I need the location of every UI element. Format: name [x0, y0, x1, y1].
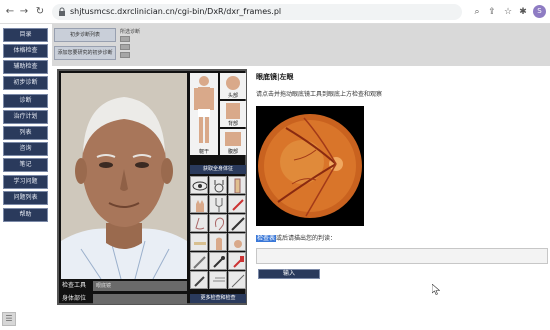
question-highlight: 检查表	[256, 235, 277, 242]
nav-item-initial-diagnosis[interactable]: 初步诊断	[3, 76, 48, 90]
lock-icon	[59, 7, 65, 16]
get-vitals-button[interactable]: 获取全身体征	[190, 165, 246, 174]
view-label-head: 头部	[227, 93, 238, 99]
exam-panel: 检查工具 眼底镜 身体部位 躯干 头部 背部 腹部 获取全身体征 更多检查和检查	[57, 69, 247, 305]
view-label-back: 背部	[227, 121, 238, 127]
body-part-field	[93, 294, 187, 304]
share-icon[interactable]: ⇪	[486, 6, 498, 18]
tiny-checkbox[interactable]	[120, 36, 130, 42]
zoom-icon[interactable]: ⌕	[471, 6, 483, 18]
fundus-image	[256, 106, 364, 226]
nav-item-diagnosis[interactable]: 诊断	[3, 94, 48, 108]
reflex-hammer-icon[interactable]	[228, 252, 246, 270]
light-icon[interactable]	[190, 271, 208, 289]
ear-icon[interactable]	[209, 214, 227, 232]
tuning-fork-icon[interactable]	[209, 195, 227, 213]
tool-grid	[190, 176, 246, 292]
left-nav: 目录 体格检查 辅助检查 初步诊断 诊断 治疗计划 列表 咨询 笔记 学习问题 …	[0, 24, 52, 330]
question-text: 检查表或后请描出您的判读：	[256, 233, 336, 242]
penlight-icon[interactable]	[228, 214, 246, 232]
body-figure-front[interactable]: 躯干	[190, 73, 218, 155]
nav-item-physical-exam[interactable]: 体格检查	[3, 44, 48, 58]
extensions-icon[interactable]: ✱	[517, 6, 529, 18]
back-view[interactable]: 背部	[220, 101, 246, 127]
tool-label: 检查工具	[62, 282, 87, 289]
add-initial-diagnosis-button[interactable]: 添加您要研究的初步诊断	[54, 46, 116, 60]
fingertip-icon[interactable]	[228, 233, 246, 251]
answer-input[interactable]	[256, 248, 548, 264]
hand-icon[interactable]	[190, 195, 208, 213]
star-icon[interactable]: ☆	[502, 6, 514, 18]
forward-icon[interactable]: →	[18, 6, 30, 18]
question-rest: 或后请描出您的判读：	[276, 235, 337, 242]
head-view[interactable]: 头部	[220, 73, 246, 99]
thermometer-icon[interactable]	[228, 195, 246, 213]
syringe-icon[interactable]	[190, 252, 208, 270]
body-part-label: 身体部位	[62, 295, 87, 302]
eye-icon[interactable]	[190, 176, 208, 194]
url-text: shjtusmcsc.dxrclinician.cn/cgi-bin/DxR/d…	[70, 7, 282, 16]
nav-item-learning-issues[interactable]: 学习问题	[3, 175, 48, 189]
speculum-icon[interactable]	[209, 271, 227, 289]
back-icon[interactable]: ←	[4, 6, 16, 18]
nav-item-list[interactable]: 列表	[3, 126, 48, 140]
section-title: 眼底镜|左眼	[256, 73, 294, 81]
nose-icon[interactable]	[190, 214, 208, 232]
tongue-depressor-icon[interactable]	[190, 233, 208, 251]
reload-icon[interactable]: ↻	[34, 6, 46, 18]
submit-button[interactable]: 输入	[258, 269, 320, 279]
nav-item-help[interactable]: 帮助	[3, 208, 48, 222]
nav-item-treatment-plan[interactable]: 治疗计划	[3, 110, 48, 124]
stethoscope-icon[interactable]	[209, 176, 227, 194]
nav-item-notes[interactable]: 笔记	[3, 158, 48, 172]
otoscope-icon[interactable]	[209, 252, 227, 270]
selected-diagnosis-title: 所选诊断	[120, 29, 141, 35]
initial-diagnosis-list-button[interactable]: 初步诊断列表	[54, 28, 116, 42]
address-bar[interactable]: shjtusmcsc.dxrclinician.cn/cgi-bin/DxR/d…	[52, 4, 462, 20]
nav-item-contents[interactable]: 目录	[3, 28, 48, 42]
top-frame: 初步诊断列表 添加您要研究的初步诊断 所选诊断	[52, 24, 550, 66]
abdomen-view[interactable]: 腹部	[220, 129, 246, 155]
view-label-abdomen: 腹部	[227, 149, 238, 155]
ruler-icon[interactable]	[228, 176, 246, 194]
instruction-text: 请点击并拖动眼底镜工具到眼底上方检查和观察	[256, 91, 383, 98]
menu-icon[interactable]: ☰	[2, 312, 16, 326]
nav-item-auxiliary-exam[interactable]: 辅助检查	[3, 60, 48, 74]
more-tools-button[interactable]: 更多检查和检查	[190, 294, 246, 303]
avatar[interactable]: S	[533, 5, 546, 18]
mouse-cursor-icon	[432, 284, 440, 295]
tiny-checkbox[interactable]	[120, 52, 130, 58]
tool-field: 眼底镜	[93, 281, 187, 291]
patient-photo	[61, 73, 187, 279]
view-label-front: 躯干	[198, 149, 209, 155]
browser-toolbar: ← → ↻ shjtusmcsc.dxrclinician.cn/cgi-bin…	[0, 0, 550, 24]
tiny-checkbox[interactable]	[120, 44, 130, 50]
finger-icon[interactable]	[209, 233, 227, 251]
nav-item-consult[interactable]: 咨询	[3, 142, 48, 156]
nav-item-problem-list[interactable]: 问题列表	[3, 191, 48, 205]
measuring-tape-icon[interactable]	[228, 271, 246, 289]
